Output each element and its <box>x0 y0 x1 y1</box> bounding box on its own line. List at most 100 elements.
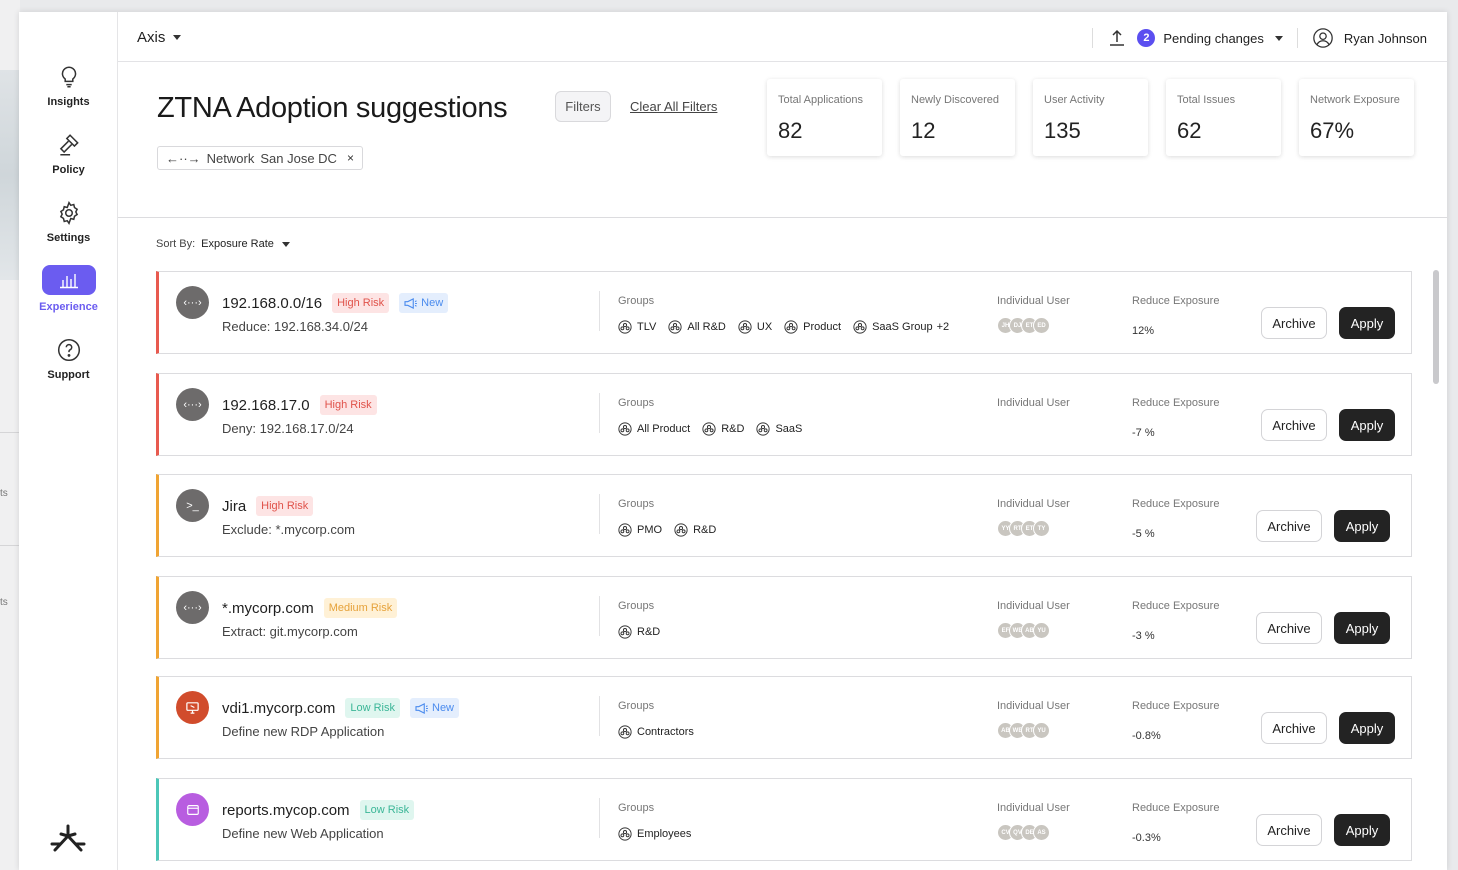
avatar[interactable]: YU <box>1033 722 1050 739</box>
avatar[interactable]: AS <box>1033 824 1050 841</box>
sort-by-value: Exposure Rate <box>201 238 274 250</box>
group-item[interactable]: TLV <box>618 320 656 334</box>
suggestion-row[interactable]: vdi1.mycorp.com Low Risk New Define new RDP… <box>156 676 1412 759</box>
question-icon <box>56 337 82 363</box>
individual-user-label: Individual User <box>997 802 1070 814</box>
apply-button[interactable]: Apply <box>1339 712 1395 744</box>
sidebar-item-insights[interactable]: Insights <box>19 64 118 108</box>
stat-label: Network Exposure <box>1310 94 1400 106</box>
suggestion-row[interactable]: ‹···› 192.168.17.0 High Risk Deny: 192.168.… <box>156 373 1412 456</box>
group-name: PMO <box>637 524 663 536</box>
scrollbar-thumb[interactable] <box>1433 270 1439 384</box>
group-name: SaaS Group <box>872 321 933 333</box>
group-item[interactable]: SaaS Group <box>853 320 933 334</box>
sidebar-item-label: Support <box>47 369 90 381</box>
group-icon <box>618 320 632 334</box>
group-icon <box>738 320 752 334</box>
pending-changes-label[interactable]: Pending changes <box>1163 31 1263 46</box>
new-badge: New <box>410 698 460 718</box>
groups-list: All Product R&D SaaS <box>618 422 802 436</box>
sidebar-item-experience[interactable]: Experience <box>19 265 118 313</box>
groups-list: PMO R&D <box>618 523 716 537</box>
individual-user-label: Individual User <box>997 600 1070 612</box>
group-item[interactable]: R&D <box>674 523 716 537</box>
groups-list: Employees <box>618 827 691 841</box>
row-title[interactable]: vdi1.mycorp.com Low Risk New <box>222 698 460 718</box>
archive-button[interactable]: Archive <box>1256 814 1322 846</box>
group-item[interactable]: Contractors <box>618 725 694 739</box>
close-icon[interactable]: × <box>347 151 354 165</box>
stat-card-newly-discovered: Newly Discovered 12 <box>900 79 1015 156</box>
row-title[interactable]: 192.168.17.0 High Risk <box>222 395 377 415</box>
group-item[interactable]: R&D <box>618 625 660 639</box>
group-item[interactable]: PMO <box>618 523 662 537</box>
apply-button[interactable]: Apply <box>1339 409 1395 441</box>
groups-label: Groups <box>618 600 655 612</box>
apply-button[interactable]: Apply <box>1334 510 1390 542</box>
row-title[interactable]: reports.mycop.com Low Risk <box>222 800 415 820</box>
group-icon <box>618 422 632 436</box>
suggestion-row[interactable]: >_ Jira High Risk Exclude: *.mycorp.com Grou… <box>156 474 1412 557</box>
workspace-name: Axis <box>137 29 166 46</box>
reduce-exposure-label: Reduce Exposure <box>1132 397 1220 409</box>
top-bar: Axis 2 Pending changes Ryan Johnson <box>118 12 1447 62</box>
avatar[interactable]: TY <box>1033 520 1050 537</box>
sidebar-item-settings[interactable]: Settings <box>19 200 118 244</box>
chevron-down-icon <box>281 241 290 247</box>
section-divider <box>118 217 1447 218</box>
apply-button[interactable]: Apply <box>1334 612 1390 644</box>
sidebar-item-policy[interactable]: Policy <box>19 132 118 176</box>
group-name: Employees <box>637 828 692 840</box>
group-name: Product <box>803 321 842 333</box>
groups-more-count[interactable]: +2 <box>937 321 950 333</box>
group-item[interactable]: SaaS <box>756 422 802 436</box>
row-title[interactable]: Jira High Risk <box>222 496 314 516</box>
individual-user-label: Individual User <box>997 295 1070 307</box>
chevron-down-icon[interactable] <box>1274 35 1283 41</box>
archive-button[interactable]: Archive <box>1261 409 1327 441</box>
user-name[interactable]: Ryan Johnson <box>1344 31 1427 46</box>
archive-button[interactable]: Archive <box>1261 712 1327 744</box>
workspace-selector[interactable]: Axis <box>137 29 182 46</box>
archive-button[interactable]: Archive <box>1256 510 1322 542</box>
divider <box>1296 28 1298 48</box>
upload-icon[interactable] <box>1107 28 1127 48</box>
avatar[interactable]: YU <box>1033 622 1050 639</box>
row-title[interactable]: *.mycorp.com Medium Risk <box>222 598 398 618</box>
sort-by-control[interactable]: Sort By: Exposure Rate <box>156 238 290 250</box>
apply-button[interactable]: Apply <box>1334 814 1390 846</box>
user-avatar-icon[interactable] <box>1312 27 1334 49</box>
suggestion-row[interactable]: ‹···› *.mycorp.com Medium Risk Extract: git… <box>156 576 1412 659</box>
gear-icon <box>56 200 82 226</box>
stat-value: 67% <box>1310 118 1355 143</box>
groups-list: TLV All R&D UX Product SaaS Group +2 <box>618 320 949 334</box>
filters-button[interactable]: Filters <box>555 91 611 122</box>
group-name: All R&D <box>687 321 726 333</box>
sidebar-item-support[interactable]: Support <box>19 337 118 381</box>
stat-card-total-issues: Total Issues 62 <box>1166 79 1281 156</box>
group-item[interactable]: Employees <box>618 827 691 841</box>
group-item[interactable]: Product <box>784 320 841 334</box>
group-item[interactable]: R&D <box>702 422 744 436</box>
row-title[interactable]: 192.168.0.0/16 High Risk New <box>222 293 449 313</box>
group-icon <box>756 422 771 436</box>
archive-button[interactable]: Archive <box>1261 307 1327 339</box>
group-item[interactable]: UX <box>738 320 772 334</box>
filter-chip-network[interactable]: ←··→ Network San Jose DC × <box>157 146 363 170</box>
group-item[interactable]: All R&D <box>668 320 726 334</box>
avatar[interactable]: ED <box>1033 317 1050 334</box>
suggestion-row[interactable]: reports.mycop.com Low Risk Define new Web … <box>156 778 1412 861</box>
row-divider <box>599 798 600 838</box>
row-title-text: 192.168.17.0 <box>222 396 310 414</box>
reduce-exposure-label: Reduce Exposure <box>1132 600 1220 612</box>
clear-all-filters-link[interactable]: Clear All Filters <box>630 99 717 114</box>
stat-label: Total Issues <box>1177 94 1236 106</box>
suggestion-row[interactable]: ‹···› 192.168.0.0/16 High Risk New Reduce: 1… <box>156 271 1412 354</box>
archive-button[interactable]: Archive <box>1256 612 1322 644</box>
individual-user-label: Individual User <box>997 700 1070 712</box>
background-fragment: ts <box>0 488 8 499</box>
row-subtitle: Exclude: *.mycorp.com <box>222 522 355 537</box>
group-item[interactable]: All Product <box>618 422 690 436</box>
reduce-exposure-label: Reduce Exposure <box>1132 802 1220 814</box>
apply-button[interactable]: Apply <box>1339 307 1395 339</box>
